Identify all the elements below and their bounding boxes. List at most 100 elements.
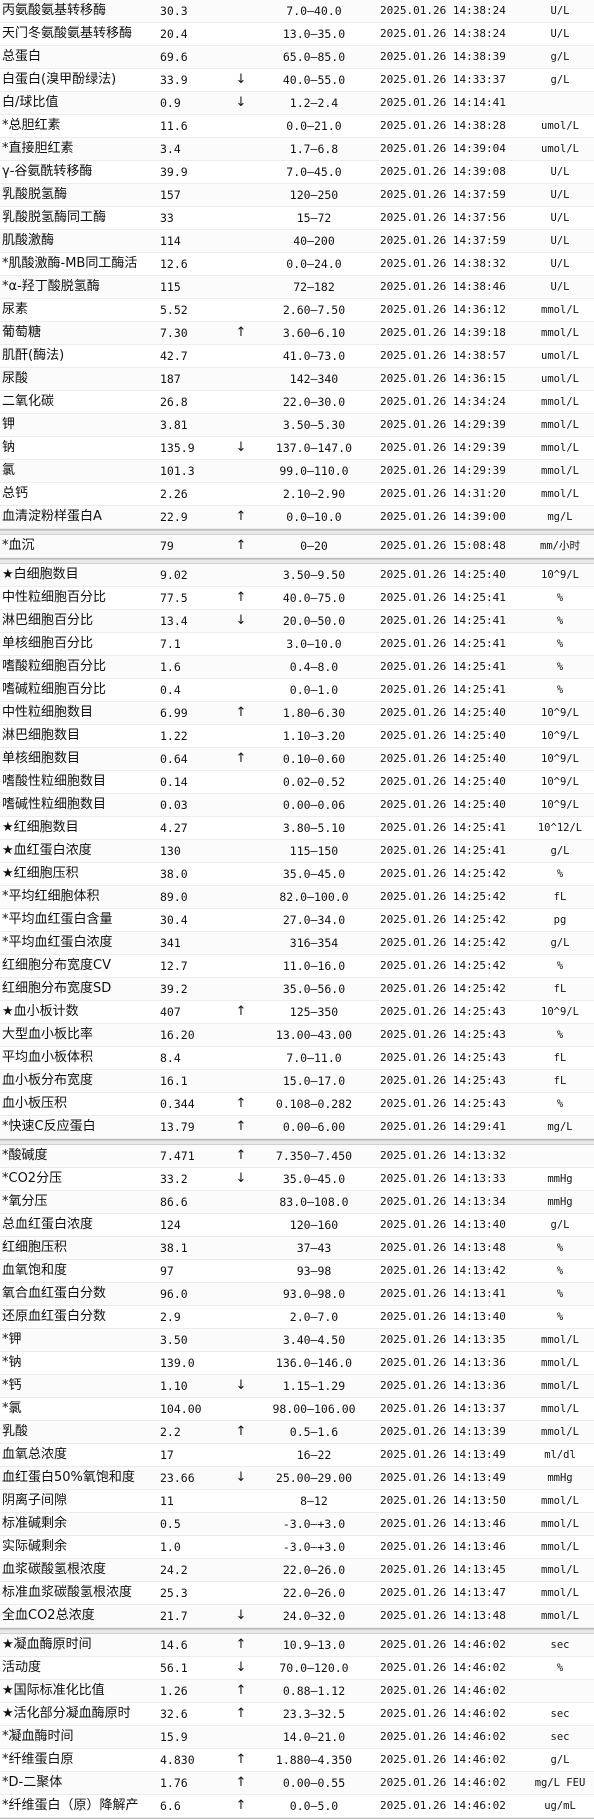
reference-range: 23.3—32.5: [282, 1707, 346, 1721]
result-value: 38.0: [160, 867, 188, 881]
table-row: *平均血红蛋白浓度 341 316—354 2025.01.26 14:25:42 g/…: [0, 932, 594, 955]
item-name: ★红细胞数目: [2, 820, 79, 835]
result-value: 4.27: [160, 821, 188, 835]
table-row: 单核细胞百分比 7.1 3.0—10.0 2025.01.26 14:25:41%: [0, 633, 594, 656]
test-time: 2025.01.26 14:39:00: [380, 510, 506, 523]
item-name: 钠: [2, 440, 16, 455]
unit: fL: [553, 1075, 567, 1087]
item-name: 实际碱剩余: [2, 1539, 68, 1554]
abnormal-flag: ↑: [235, 538, 247, 553]
reference-range: 16—22: [296, 1448, 332, 1462]
table-row: 血小板压积 0.344 ↑ 0.108—0.282 2025.01.26 14:25:4…: [0, 1093, 594, 1116]
result-value: 5.52: [160, 303, 188, 317]
reference-range: 14.0—21.0: [282, 1730, 346, 1744]
item-name: 葡萄糖: [2, 325, 42, 340]
result-section: ★凝血酶原时间 14.6 ↑ 10.9—13.0 2025.01.26 14:46:02…: [0, 1634, 594, 1819]
reference-range: 3.0—10.0: [286, 637, 342, 651]
unit: mg/L FEU: [534, 1777, 586, 1789]
item-name: *血沉: [2, 538, 35, 553]
abnormal-flag: ↓: [235, 95, 247, 110]
reference-range: 40.0—75.0: [282, 591, 346, 605]
reference-range: 2.60—7.50: [282, 303, 346, 317]
reference-range: 1.15—1.29: [282, 1379, 346, 1393]
reference-range: 13.0—35.0: [282, 27, 346, 41]
unit: mmol/L: [541, 1495, 579, 1507]
item-name: 白蛋白(溴甲酚绿法): [2, 72, 117, 87]
table-row: 氯 101.3 99.0—110.0 2025.01.26 14:29:39 mmol/…: [0, 460, 594, 483]
reference-range: 0.4—8.0: [289, 660, 339, 674]
abnormal-flag: ↑: [235, 1119, 247, 1134]
unit: mmol/L: [541, 1380, 579, 1392]
table-row: 乳酸脱氢酶同工酶 33 15—72 2025.01.26 14:37:56 U/L: [0, 207, 594, 230]
test-time: 2025.01.26 14:13:48: [380, 1609, 506, 1622]
table-row: *钾 3.50 3.40—4.50 2025.01.26 14:13:35 mmol/L: [0, 1329, 594, 1352]
test-time: 2025.01.26 14:25:43: [380, 1097, 506, 1110]
test-time: 2025.01.26 14:29:41: [380, 1120, 506, 1133]
table-row: 实际碱剩余 1.0 -3.0—+3.0 2025.01.26 14:13:46 mmol…: [0, 1536, 594, 1559]
unit: fL: [553, 891, 567, 903]
result-value: 104.00: [160, 1402, 202, 1416]
item-name: *钾: [2, 1332, 22, 1347]
result-value: 22.9: [160, 510, 188, 524]
test-time: 2025.01.26 14:38:28: [380, 119, 506, 132]
result-value: 25.3: [160, 1586, 188, 1600]
unit: %: [556, 960, 564, 972]
table-row: *快速C反应蛋白 13.79 ↑ 0.00—6.00 2025.01.26 14:29:…: [0, 1116, 594, 1139]
table-row: 乳酸脱氢酶 157 120—250 2025.01.26 14:37:59 U/L: [0, 184, 594, 207]
reference-range: 120—250: [289, 188, 339, 202]
table-row: 平均血小板体积 8.4 7.0—11.0 2025.01.26 14:25:43 fL: [0, 1047, 594, 1070]
test-time: 2025.01.26 14:38:24: [380, 27, 506, 40]
reference-range: 7.0—45.0: [286, 165, 342, 179]
result-value: 187: [160, 372, 181, 386]
result-section: 丙氨酸氨基转移酶 30.3 7.0—40.0 2025.01.26 14:38:24 U…: [0, 0, 594, 530]
unit: 10^12/L: [537, 822, 583, 834]
reference-range: 0.88—1.12: [282, 1684, 346, 1698]
test-time: 2025.01.26 14:25:42: [380, 982, 506, 995]
unit: 10^9/L: [541, 707, 579, 719]
reference-range: 0.108—0.282: [275, 1097, 353, 1111]
item-name: *直接胆红素: [2, 141, 74, 156]
item-name: 嗜碱粒细胞百分比: [2, 682, 107, 697]
item-name: 中性粒细胞数目: [2, 705, 94, 720]
abnormal-flag: ↑: [235, 1096, 247, 1111]
unit: mmol/L: [541, 1357, 579, 1369]
result-value: 33: [160, 211, 174, 225]
unit: mmol/L: [541, 327, 579, 339]
result-value: 39.9: [160, 165, 188, 179]
item-name: *酸碱度: [2, 1148, 48, 1163]
table-row: 肌酸激酶 114 40—200 2025.01.26 14:37:59 U/L: [0, 230, 594, 253]
unit: mmHg: [547, 1173, 573, 1185]
test-time: 2025.01.26 14:13:36: [380, 1379, 506, 1392]
reference-range: 0.0—10.0: [286, 510, 342, 524]
test-time: 2025.01.26 14:39:18: [380, 326, 506, 339]
reference-range: 83.0—108.0: [279, 1195, 349, 1209]
item-name: 单核细胞数目: [2, 751, 81, 766]
test-time: 2025.01.26 14:25:41: [380, 821, 506, 834]
unit: umol/L: [541, 143, 579, 155]
result-value: 42.7: [160, 349, 188, 363]
item-name: ★白细胞数目: [2, 567, 79, 582]
unit: mmol/L: [541, 1403, 579, 1415]
reference-range: 7.0—40.0: [286, 4, 342, 18]
unit: %: [556, 1288, 564, 1300]
reference-range: 0.0—1.0: [289, 683, 339, 697]
reference-range: 40.0—55.0: [282, 73, 346, 87]
item-name: 嗜酸粒细胞百分比: [2, 659, 107, 674]
abnormal-flag: ↓: [235, 1660, 247, 1675]
reference-range: 0.10—0.60: [282, 752, 346, 766]
result-value: 115: [160, 280, 181, 294]
item-name: 肌酐(酶法): [2, 348, 65, 363]
item-name: *平均红细胞体积: [2, 889, 100, 904]
item-name: 钾: [2, 417, 16, 432]
test-time: 2025.01.26 14:38:24: [380, 4, 506, 17]
test-time: 2025.01.26 14:29:39: [380, 464, 506, 477]
unit: mmol/L: [541, 1610, 579, 1622]
reference-range: 142—340: [289, 372, 339, 386]
table-row: *肌酸激酶-MB同工酶活 12.6 0.0—24.0 2025.01.26 14:38…: [0, 253, 594, 276]
item-name: *总胆红素: [2, 118, 61, 133]
unit: g/L: [550, 1754, 570, 1766]
result-value: 407: [160, 1005, 181, 1019]
unit: g/L: [550, 845, 570, 857]
item-name: 总蛋白: [2, 49, 42, 64]
table-row: 白蛋白(溴甲酚绿法) 33.9 ↓ 40.0—55.0 2025.01.26 14:33…: [0, 69, 594, 92]
